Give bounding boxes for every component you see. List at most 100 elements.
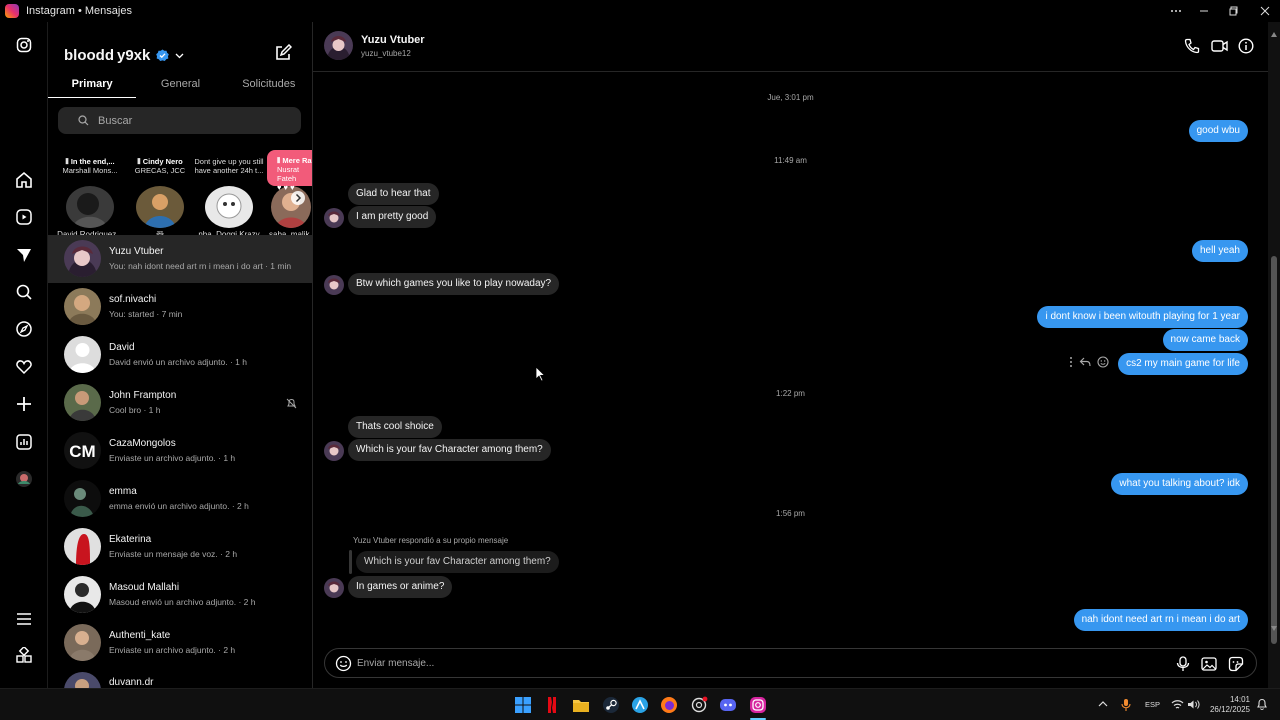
avatar [136, 186, 184, 228]
chevron-up-icon[interactable] [1098, 699, 1116, 717]
system-clock[interactable]: 14:01 26/12/2025 [1206, 695, 1250, 715]
steam-icon[interactable] [602, 696, 620, 714]
chevron-down-icon[interactable] [175, 51, 184, 60]
react-emoji-icon[interactable] [1097, 356, 1109, 368]
video-call-icon[interactable] [1211, 38, 1228, 54]
message-bubble-outgoing[interactable]: what you talking about? idk [1111, 473, 1248, 495]
message-bubble-outgoing[interactable]: now came back [1162, 329, 1248, 351]
conversation-item[interactable]: Authenti_kate Enviaste un archivo adjunt… [48, 619, 312, 667]
microphone-tray-icon[interactable] [1121, 698, 1139, 716]
message-bubble-incoming[interactable]: Thats cool shoice [348, 416, 442, 438]
message-bubble-incoming[interactable]: In games or anime? [348, 576, 453, 598]
message-bubble-incoming[interactable]: Glad to hear that [348, 183, 439, 205]
avatar [64, 336, 101, 373]
message-bubble-incoming[interactable]: Btw which games you like to play nowaday… [348, 273, 560, 295]
conversation-item[interactable]: Masoud Mallahi Masoud envió un archivo a… [48, 571, 312, 619]
note-item[interactable]: ⦀ In the end,...Marshall Mons... David R… [55, 150, 125, 239]
file-explorer-icon[interactable] [572, 696, 590, 714]
avatar [64, 576, 101, 613]
menu-icon[interactable] [12, 607, 36, 631]
info-icon[interactable] [1238, 38, 1254, 54]
chat-scrollbar[interactable] [1268, 22, 1280, 688]
apps-icon[interactable] [12, 644, 36, 668]
message-input[interactable] [357, 655, 1137, 671]
notes-next-arrow-icon[interactable] [290, 190, 306, 206]
microphone-icon[interactable] [1176, 656, 1190, 672]
note-item[interactable]: ⦀ Cindy NeroGRECAS, JCC 愛 [125, 150, 195, 240]
more-vertical-icon[interactable] [1069, 356, 1073, 368]
avatar [324, 208, 344, 228]
avatar[interactable] [324, 31, 353, 60]
message-bubble-incoming[interactable]: I am pretty good [348, 206, 437, 228]
conversation-item[interactable]: Ekaterina Enviaste un mensaje de voz. · … [48, 523, 312, 571]
conversation-item[interactable]: CM CazaMongolos Enviaste un archivo adju… [48, 427, 312, 475]
avatar [64, 624, 101, 661]
note-bubble: ⦀ Cindy Nero GRECAS, JCC [134, 157, 186, 175]
reply-bar [349, 550, 352, 574]
account-switcher[interactable]: bloodd y9xk [64, 47, 184, 64]
reply-icon[interactable] [1079, 356, 1091, 368]
maximize-button[interactable] [1219, 0, 1249, 22]
discord-icon[interactable] [719, 696, 737, 714]
clock-date: 26/12/2025 [1209, 705, 1250, 714]
note-bubble: ⦀ In the end,... Marshall Mons... [62, 157, 118, 175]
messages-icon[interactable] [12, 243, 36, 267]
netflix-icon[interactable] [543, 696, 561, 714]
mouse-cursor-icon [535, 366, 545, 382]
message-bubble-outgoing[interactable]: hell yeah [1191, 240, 1248, 262]
scroll-down-arrow-icon[interactable] [1271, 626, 1277, 631]
svg-text:CM: CM [69, 442, 95, 461]
tab-primary[interactable]: Primary [48, 74, 137, 98]
nav-rail [0, 22, 48, 688]
firefox-icon[interactable] [660, 696, 678, 714]
conversation-item[interactable]: Yuzu Vtuber You: nah idont need art rn i… [48, 235, 312, 283]
language-indicator[interactable]: ESP [1145, 700, 1160, 709]
chatgpt-icon[interactable] [690, 696, 708, 714]
instagram-logo-icon[interactable] [12, 33, 36, 57]
conversation-item[interactable]: duvann.dr [48, 667, 312, 688]
more-options-icon[interactable] [1161, 0, 1191, 22]
notification-icon[interactable] [1256, 698, 1274, 716]
conversation-item[interactable]: emma emma envió un archivo adjunto. · 2 … [48, 475, 312, 523]
volume-icon[interactable] [1187, 699, 1205, 717]
tab-requests[interactable]: Solicitudes [225, 74, 312, 98]
quoted-message[interactable]: Which is your fav Character among them? [356, 551, 559, 573]
scroll-up-arrow-icon[interactable] [1271, 32, 1277, 37]
chat-contact-name[interactable]: Yuzu Vtuber [361, 34, 425, 46]
image-icon[interactable] [1201, 656, 1217, 672]
dashboard-icon[interactable] [12, 430, 36, 454]
emoji-icon[interactable] [335, 655, 352, 672]
create-icon[interactable] [12, 392, 36, 416]
search-icon[interactable] [12, 280, 36, 304]
message-bubble-outgoing[interactable]: i dont know i been witouth playing for 1… [1037, 306, 1248, 328]
close-button[interactable] [1250, 0, 1280, 22]
avatar [66, 186, 114, 228]
message-bubble-outgoing[interactable]: cs2 my main game for life [1118, 353, 1248, 375]
message-bubble-outgoing[interactable]: nah idont need art rn i mean i do art [1073, 609, 1248, 631]
heart-icon[interactable] [12, 355, 36, 379]
conversation-item[interactable]: sof.nivachi You: started · 7 min [48, 283, 312, 331]
avatar [324, 275, 344, 295]
avatar [324, 441, 344, 461]
note-item[interactable]: Dont give up you still have another 24h … [194, 150, 264, 239]
profile-avatar-icon[interactable] [12, 467, 36, 491]
windows-start-icon[interactable] [514, 696, 532, 714]
conversation-item[interactable]: John Frampton Cool bro · 1 h [48, 379, 312, 427]
instagram-taskbar-icon[interactable] [749, 696, 767, 714]
search-input[interactable]: Buscar [58, 107, 301, 134]
explore-icon[interactable] [12, 317, 36, 341]
tab-general[interactable]: General [136, 74, 224, 98]
message-bubble-outgoing[interactable]: good wbu [1188, 120, 1248, 142]
sticker-icon[interactable] [1228, 656, 1244, 672]
conversation-item[interactable]: David David envió un archivo adjunto. · … [48, 331, 312, 379]
message-actions [1069, 356, 1109, 368]
minimize-button[interactable] [1189, 0, 1219, 22]
scrollbar-thumb[interactable] [1271, 256, 1277, 644]
timestamp: 1:22 pm [776, 389, 805, 398]
browser-icon[interactable] [631, 696, 649, 714]
new-message-icon[interactable] [274, 44, 292, 62]
message-bubble-incoming[interactable]: Which is your fav Character among them? [348, 439, 551, 461]
reels-icon[interactable] [12, 205, 36, 229]
home-icon[interactable] [12, 168, 36, 192]
phone-icon[interactable] [1184, 38, 1200, 54]
